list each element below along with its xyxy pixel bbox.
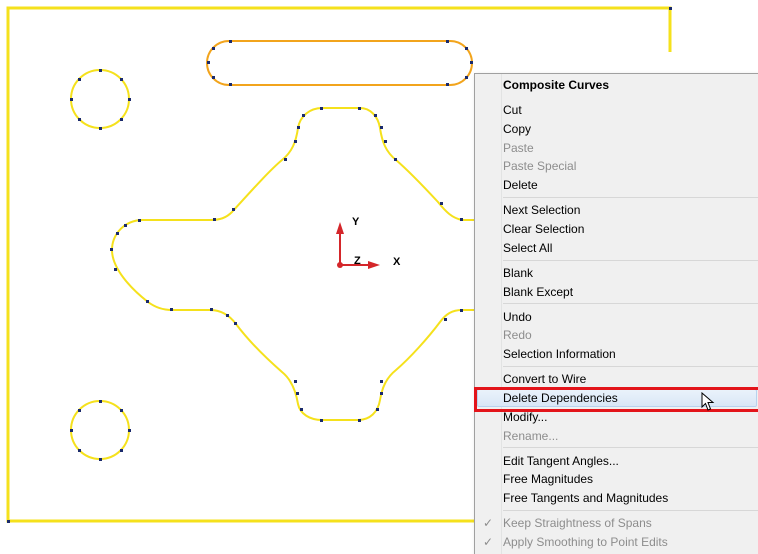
highlight-annotation-box [474,387,758,412]
mouse-pointer-icon [701,391,715,417]
x-axis-label: X [393,256,401,268]
menu-item-undo[interactable]: Undo [503,308,532,326]
menu-separator [503,447,758,449]
menu-item-convert-to-wire[interactable]: Convert to Wire [503,370,586,388]
menu-item-next-selection[interactable]: Next Selection [503,201,580,219]
menu-item-delete[interactable]: Delete [503,176,538,194]
menu-item-blank[interactable]: Blank [503,264,533,282]
menu-item-redo: Redo [503,328,532,343]
menu-separator [503,366,758,367]
menu-item-selection-information[interactable]: Selection Information [503,345,616,363]
axis-triad: Y Z X [336,216,401,269]
menu-item-select-all[interactable]: Select All [503,239,552,257]
menu-item-edit-tangent-angles[interactable]: Edit Tangent Angles... [503,452,619,470]
checkmark-icon: ✓ [483,516,494,531]
menu-item-cut[interactable]: Cut [503,101,522,119]
y-axis-label: Y [352,216,360,228]
z-axis-label: Z [354,255,361,267]
checkmark-icon: ✓ [483,535,494,549]
menu-item-keep-straightness-of-spans: Keep Straightness of Spans [503,516,652,531]
menu-separator [503,303,758,305]
cross-pocket-curve[interactable] [110,107,474,421]
menu-item-free-tangents-and-magnitudes[interactable]: Free Tangents and Magnitudes [503,489,668,507]
menu-title: Composite Curves [503,78,610,92]
menu-item-paste-special: Paste Special [503,159,577,174]
menu-item-clear-selection[interactable]: Clear Selection [503,220,584,238]
menu-separator [503,197,758,198]
menu-item-copy[interactable]: Copy [503,120,531,138]
menu-item-blank-except[interactable]: Blank Except [503,283,573,301]
menu-item-paste: Paste [503,140,534,155]
menu-item-free-magnitudes[interactable]: Free Magnitudes [503,470,593,488]
menu-gutter [475,74,502,554]
menu-item-apply-smoothing-to-point-edits: Apply Smoothing to Point Edits [503,535,668,549]
context-menu: Composite Curves Cut Copy Paste Paste Speci… [474,73,758,554]
menu-separator [503,259,758,261]
slot-curve[interactable] [206,40,473,86]
menu-separator [503,510,758,511]
menu-item-rename: Rename... [503,428,559,443]
